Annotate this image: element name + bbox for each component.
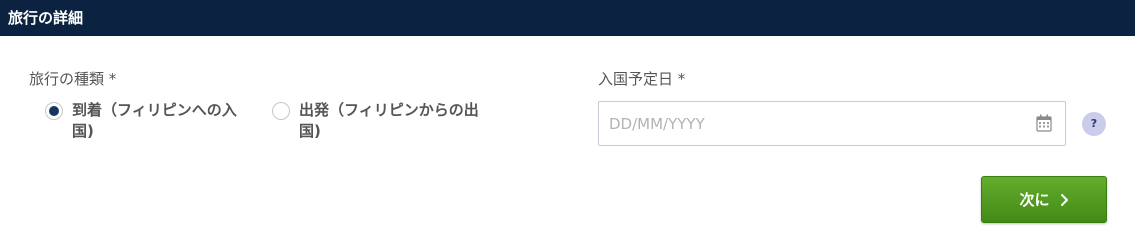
help-icon[interactable]: ? xyxy=(1082,112,1106,136)
section-header: 旅行の詳細 xyxy=(0,0,1135,36)
entry-date-input[interactable] xyxy=(598,101,1066,146)
section-title: 旅行の詳細 xyxy=(8,9,84,27)
radio-departure-label[interactable]: 出発（フィリピンからの出国) xyxy=(299,100,499,142)
entry-date-label: 入国予定日 * xyxy=(598,70,686,88)
next-button[interactable]: 次に xyxy=(981,176,1107,223)
radio-departure[interactable] xyxy=(272,102,290,120)
next-button-label: 次に xyxy=(1019,191,1050,209)
radio-arrival[interactable] xyxy=(45,102,63,120)
radio-arrival-label[interactable]: 到着（フィリピンへの入国) xyxy=(72,100,252,142)
calendar-icon[interactable] xyxy=(1036,114,1052,132)
trip-type-label: 旅行の種類 * xyxy=(29,70,117,88)
chevron-right-icon xyxy=(1060,193,1068,206)
